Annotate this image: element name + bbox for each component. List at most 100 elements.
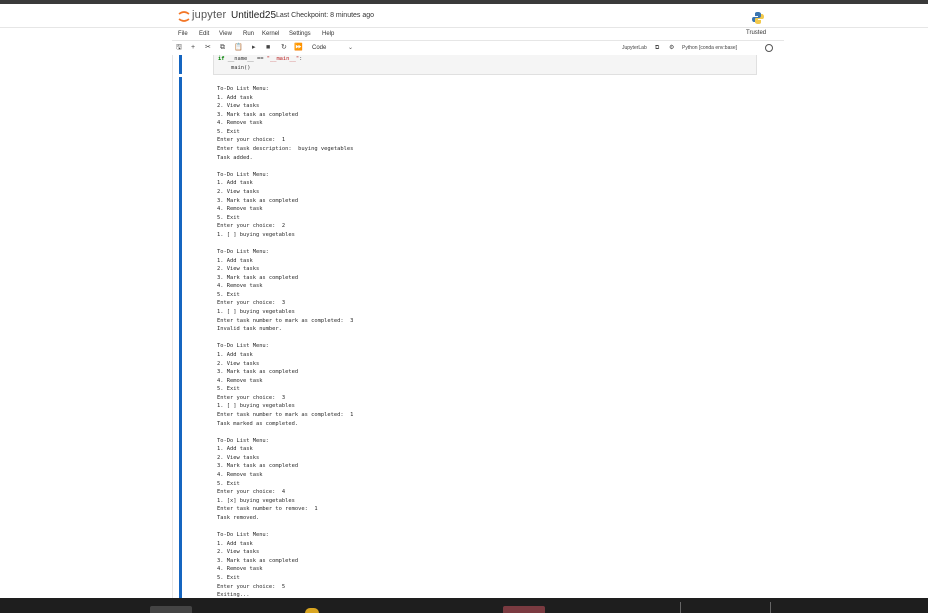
notebook-panel[interactable]: if __name__ == "__main__": main() To-Do … — [172, 55, 764, 598]
output-line: 2. View tasks — [217, 103, 260, 110]
taskbar-app[interactable] — [503, 606, 545, 613]
menu-bar: File Edit View Run Kernel Settings Help — [0, 27, 928, 41]
output-line: 4. Remove task — [217, 566, 263, 573]
output-line: 5. Exit — [217, 128, 240, 135]
output-line: 2. View tasks — [217, 454, 260, 461]
output-line: 1. [x] buying vegetables — [217, 497, 295, 504]
kernel-name[interactable]: Python [conda env:base] — [682, 42, 737, 54]
output-line: 4. Remove task — [217, 206, 263, 213]
menu-help[interactable]: Help — [322, 31, 334, 37]
output-line: Task marked as completed. — [217, 420, 299, 427]
output-line: 3. Mark task as completed — [217, 274, 299, 281]
cut-icon[interactable]: ✂ — [205, 42, 211, 54]
output-line: Enter your choice: 3 — [217, 300, 286, 307]
output-line: 2. View tasks — [217, 188, 260, 195]
gear-icon[interactable]: ⚙ — [669, 42, 674, 54]
output-line: Enter your choice: 5 — [217, 583, 286, 590]
output-line: To-Do List Menu: — [217, 343, 269, 350]
output-line: 2. View tasks — [217, 360, 260, 367]
trusted-indicator[interactable]: Trusted — [746, 30, 766, 36]
restart-icon[interactable]: ↻ — [281, 42, 287, 54]
run-all-icon[interactable]: ⏩ — [294, 42, 303, 54]
output-line: 1. Add task — [217, 540, 253, 547]
cell-collapser[interactable] — [179, 55, 182, 74]
menu-view[interactable]: View — [219, 31, 232, 37]
notebook-title[interactable]: Untitled25 — [231, 10, 276, 21]
output-line: 4. Remove task — [217, 283, 263, 290]
code-keyword: if — [218, 56, 228, 62]
output-line: To-Do List Menu: — [217, 532, 269, 539]
output-line: Enter your choice: 4 — [217, 489, 286, 496]
output-line: 3. Mark task as completed — [217, 111, 299, 118]
output-line: Enter task number to mark as completed: … — [217, 411, 354, 418]
jupyter-logo-icon[interactable] — [178, 10, 190, 23]
taskbar-divider — [680, 602, 681, 613]
code-token: : — [299, 56, 303, 62]
code-string: "__main__" — [266, 56, 300, 62]
copy-icon[interactable]: ⧉ — [220, 42, 225, 54]
output-line: Invalid task number. — [217, 326, 282, 333]
output-line: Enter task number to mark as completed: … — [217, 317, 354, 324]
output-line: 1. [ ] buying vegetables — [217, 403, 295, 410]
run-icon[interactable]: ▸ — [252, 42, 256, 54]
code-token: __name__ == — [227, 56, 267, 62]
output-line: 3. Mark task as completed — [217, 463, 299, 470]
code-line: main() — [218, 65, 251, 71]
output-line: 3. Mark task as completed — [217, 197, 299, 204]
menu-edit[interactable]: Edit — [199, 31, 209, 37]
output-line: 1. Add task — [217, 351, 253, 358]
output-line: 3. Mark task as completed — [217, 369, 299, 376]
output-line: 1. Add task — [217, 257, 253, 264]
output-line: To-Do List Menu: — [217, 86, 269, 92]
output-collapser[interactable] — [179, 77, 182, 598]
output-line: 1. Add task — [217, 446, 253, 453]
menu-kernel[interactable]: Kernel — [262, 31, 279, 37]
save-icon[interactable]: 🖫 — [176, 42, 182, 54]
right-blank-area — [762, 55, 928, 598]
code-cell-input[interactable]: if __name__ == "__main__": main() — [213, 55, 757, 75]
external-link-icon: ⧉ — [655, 45, 660, 51]
output-line: Exiting... — [217, 592, 250, 598]
output-line: Enter task number to remove: 1 — [217, 506, 318, 513]
notebook-toolbar: 🖫 + ✂ ⧉ 📋 ▸ ■ ↻ ⏩ Code ⌄ JupyterLab ⧉ ⚙ … — [172, 40, 784, 56]
taskbar-app[interactable] — [150, 606, 192, 613]
output-line: 2. View tasks — [217, 549, 260, 556]
code-text: if __name__ == "__main__": main() — [218, 55, 302, 73]
add-cell-icon[interactable]: + — [191, 42, 195, 54]
output-line: 2. View tasks — [217, 266, 260, 273]
output-line: Task added. — [217, 154, 253, 161]
os-taskbar — [0, 598, 928, 613]
checkpoint-status: Last Checkpoint: 8 minutes ago — [276, 12, 375, 19]
output-line: 3. Mark task as completed — [217, 557, 299, 564]
output-line: 1. [ ] buying vegetables — [217, 231, 295, 238]
cell-type-select[interactable]: Code — [312, 42, 326, 54]
chevron-down-icon[interactable]: ⌄ — [348, 42, 353, 54]
menu-settings[interactable]: Settings — [289, 31, 311, 37]
output-line: 5. Exit — [217, 291, 240, 298]
jupyterlab-link[interactable]: JupyterLab — [622, 42, 647, 54]
brand-name[interactable]: jupyter — [192, 9, 226, 21]
taskbar-divider — [770, 602, 771, 613]
output-line: 1. [ ] buying vegetables — [217, 309, 295, 316]
taskbar-app-icon[interactable] — [305, 608, 319, 613]
output-line: To-Do List Menu: — [217, 248, 269, 255]
output-line: Enter your choice: 2 — [217, 223, 286, 230]
menu-file[interactable]: File — [178, 31, 188, 37]
stop-icon[interactable]: ■ — [266, 42, 270, 54]
output-line: Task removed. — [217, 514, 260, 521]
output-line: 1. Add task — [217, 180, 253, 187]
output-line: 4. Remove task — [217, 472, 263, 479]
output-line: 4. Remove task — [217, 377, 263, 384]
output-line: 5. Exit — [217, 386, 240, 393]
output-line: 1. Add task — [217, 94, 253, 101]
app-header: jupyter Untitled25 Last Checkpoint: 8 mi… — [0, 4, 928, 26]
paste-icon[interactable]: 📋 — [234, 42, 243, 54]
menu-run[interactable]: Run — [243, 31, 254, 37]
output-line: 5. Exit — [217, 480, 240, 487]
output-line: To-Do List Menu: — [217, 171, 269, 178]
kernel-status-icon — [765, 44, 773, 52]
